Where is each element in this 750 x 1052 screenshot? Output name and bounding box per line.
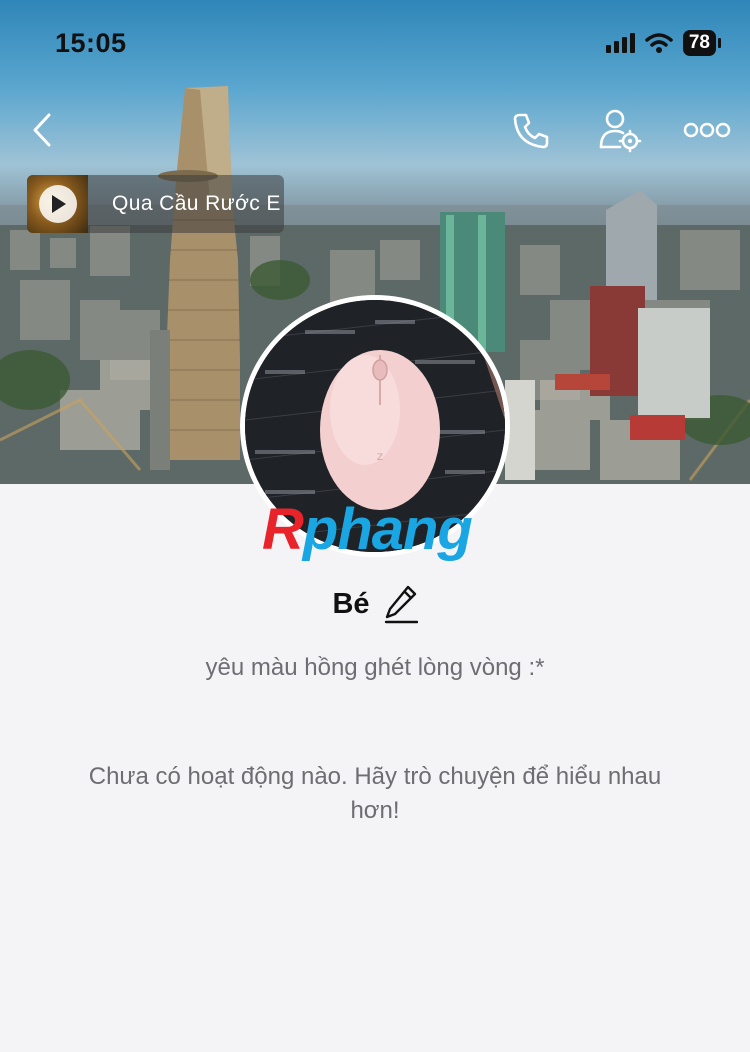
profile-settings-button[interactable] bbox=[596, 106, 644, 154]
back-button[interactable] bbox=[22, 110, 62, 150]
status-icons: 78 bbox=[605, 30, 722, 56]
music-thumbnail bbox=[27, 175, 88, 233]
profile-name: Bé bbox=[332, 587, 370, 620]
cellular-signal-icon bbox=[605, 33, 635, 53]
profile-name-row: Bé bbox=[0, 584, 750, 624]
svg-text:Z: Z bbox=[377, 453, 383, 463]
profile-bio: yêu màu hồng ghét lòng vòng :* bbox=[205, 654, 545, 681]
edit-icon[interactable] bbox=[384, 584, 418, 624]
watermark-logo: Rphang bbox=[262, 497, 473, 562]
phone-icon bbox=[513, 113, 549, 149]
status-time: 15:05 bbox=[55, 28, 127, 58]
more-icon bbox=[683, 122, 731, 138]
more-options-button[interactable] bbox=[682, 118, 732, 142]
play-icon bbox=[51, 195, 66, 213]
battery-indicator: 78 bbox=[682, 30, 722, 56]
chevron-left-icon bbox=[33, 113, 51, 147]
user-settings-icon bbox=[599, 109, 642, 153]
profile-music-player[interactable]: Qua Cầu Rước E bbox=[27, 175, 284, 233]
music-title: Qua Cầu Rước E bbox=[112, 192, 281, 215]
wifi-icon bbox=[645, 33, 673, 53]
play-button[interactable] bbox=[38, 185, 77, 223]
call-button[interactable] bbox=[508, 108, 554, 154]
empty-activity-message: Chưa có hoạt động nào. Hãy trò chuyện để… bbox=[88, 763, 662, 824]
